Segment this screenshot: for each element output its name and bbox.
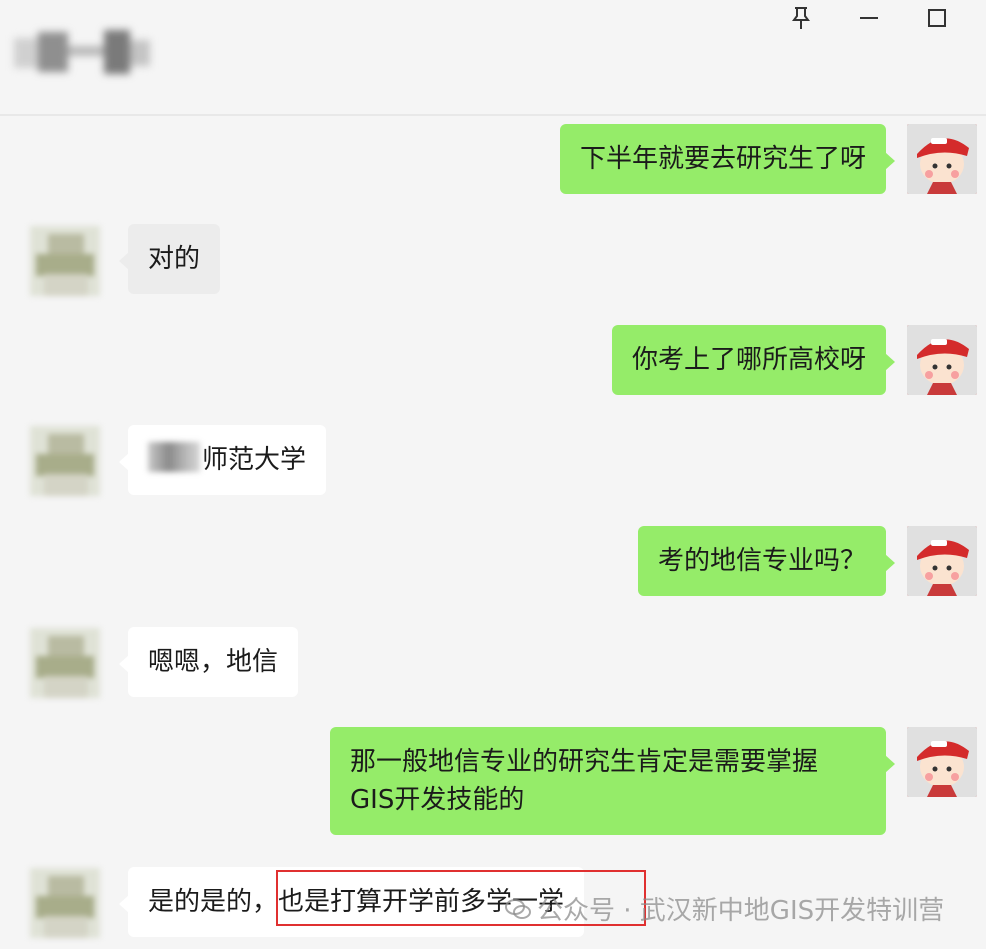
- message-text: 你考上了哪所高校呀: [631, 345, 866, 375]
- contact-avatar-blurred[interactable]: [30, 628, 100, 698]
- message-text-line: 那一般地信专业的研究生肯定是需要掌握: [350, 747, 819, 777]
- minimize-icon[interactable]: [854, 3, 884, 33]
- message-text: 师范大学: [202, 445, 307, 475]
- message-text: 考的地信专业吗？: [657, 546, 866, 576]
- message-text: 是的是的，: [148, 887, 279, 917]
- contact-avatar-blurred[interactable]: [30, 226, 100, 296]
- watermark-text: 公众号 · 武汉新中地GIS开发特训营: [537, 896, 945, 926]
- cartoon-boy-icon: [907, 727, 977, 797]
- message-bubble-other[interactable]: 师范大学: [118, 425, 327, 495]
- message-text: 下半年就要去研究生了呀: [579, 144, 866, 174]
- contact-name-blurred: [14, 26, 152, 80]
- message-bubble-other[interactable]: 对的: [118, 224, 221, 294]
- self-avatar[interactable]: [907, 325, 977, 395]
- contact-avatar-blurred[interactable]: [30, 868, 100, 938]
- message-list[interactable]: 下半年就要去研究生了呀 对的 你考上了哪所高校呀 师范大学 考的地信专业吗？ 嗯…: [0, 116, 986, 949]
- message-bubble-self[interactable]: 你考上了哪所高校呀: [611, 325, 896, 395]
- message-bubble-self[interactable]: 下半年就要去研究生了呀: [559, 124, 896, 194]
- message-text-line: GIS开发技能的: [350, 785, 525, 815]
- message-bubble-self[interactable]: 那一般地信专业的研究生肯定是需要掌握 GIS开发技能的: [330, 727, 895, 835]
- cartoon-boy-icon: [907, 124, 977, 194]
- message-bubble-self[interactable]: 考的地信专业吗？: [637, 526, 896, 596]
- self-avatar[interactable]: [907, 124, 977, 194]
- watermark: 公众号 · 武汉新中地GIS开发特训营: [505, 890, 944, 927]
- message-bubble-other[interactable]: 嗯嗯，地信: [118, 627, 299, 697]
- message-text: 嗯嗯，地信: [148, 647, 279, 677]
- cartoon-boy-icon: [907, 325, 977, 395]
- cartoon-boy-icon: [907, 526, 977, 596]
- self-avatar[interactable]: [907, 526, 977, 596]
- pin-icon[interactable]: [786, 3, 816, 33]
- self-avatar[interactable]: [907, 727, 977, 797]
- message-text: 对的: [148, 244, 201, 274]
- contact-avatar-blurred[interactable]: [30, 426, 100, 496]
- maximize-icon[interactable]: [922, 3, 952, 33]
- wechat-icon: [505, 898, 531, 919]
- chat-title-bar: [0, 0, 986, 116]
- redacted-school-name: [148, 442, 200, 472]
